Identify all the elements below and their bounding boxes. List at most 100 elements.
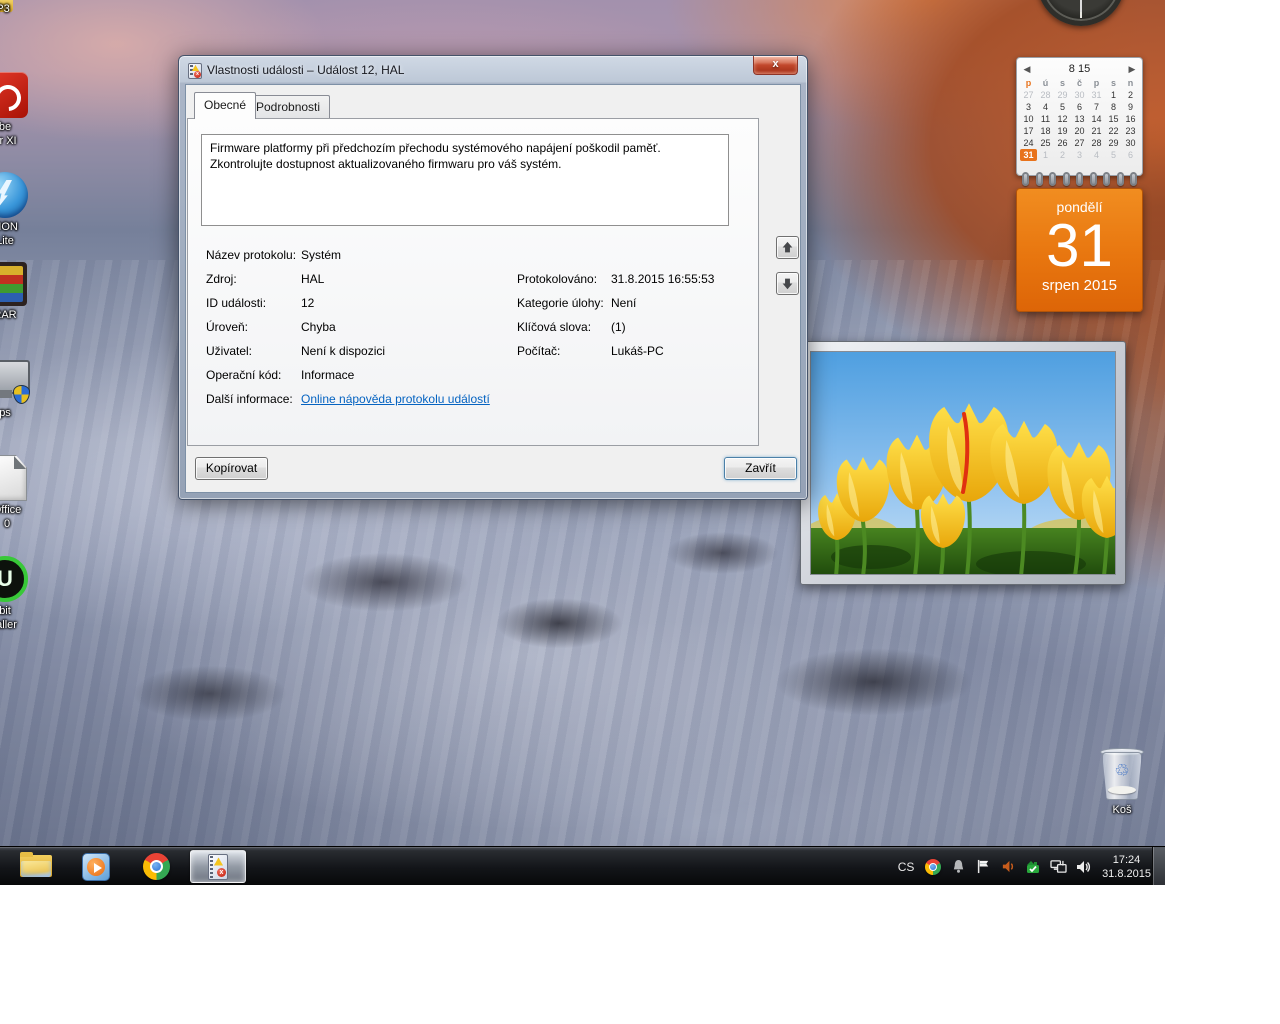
winrar-icon (0, 262, 27, 306)
desktop-icon-apps[interactable]: ps (0, 360, 40, 420)
desktop-icon-daemon-tools[interactable]: MONLite (0, 172, 40, 248)
calendar-day[interactable]: 12 (1054, 113, 1071, 125)
calendar-day[interactable]: 1 (1105, 89, 1122, 101)
calendar-day[interactable]: 3 (1071, 149, 1088, 161)
calendar-day[interactable]: 28 (1088, 137, 1105, 149)
daemon-tools-icon (0, 172, 28, 218)
calendar-day[interactable]: 3 (1020, 101, 1037, 113)
calendar-day[interactable]: 6 (1122, 149, 1139, 161)
calendar-day[interactable]: 15 (1105, 113, 1122, 125)
adobe-reader-icon (0, 72, 28, 118)
next-event-button[interactable] (776, 272, 799, 295)
tray-volume-icon[interactable] (1074, 858, 1092, 876)
calendar-day[interactable]: 29 (1054, 89, 1071, 101)
taskbar-clock[interactable]: 17:24 31.8.2015 (1102, 853, 1151, 881)
taskbar-media-player-button[interactable] (68, 850, 124, 883)
calendar-day[interactable]: 20 (1071, 125, 1088, 137)
calendar-day[interactable]: 29 (1105, 137, 1122, 149)
general-tab-panel: Firmware platformy při předchozím přecho… (187, 118, 759, 446)
uac-shield-icon (13, 385, 30, 404)
calendar-day[interactable]: 24 (1020, 137, 1037, 149)
calendar-next-arrow[interactable]: ▶ (1125, 64, 1139, 75)
tray-bell-icon[interactable] (949, 858, 967, 876)
calendar-day[interactable]: 2 (1122, 89, 1139, 101)
tulips-photo (810, 351, 1116, 575)
show-desktop-button[interactable] (1152, 847, 1165, 885)
previous-event-button[interactable] (776, 236, 799, 259)
event-log-online-help-link[interactable]: Online nápověda protokolu událostí (301, 392, 490, 406)
tray-update-check-icon[interactable] (1024, 858, 1042, 876)
calendar-day[interactable]: 27 (1020, 89, 1037, 101)
calendar-day[interactable]: 30 (1122, 137, 1139, 149)
event-description[interactable]: Firmware platformy při předchozím přecho… (201, 134, 729, 226)
calendar-day[interactable]: 19 (1054, 125, 1071, 137)
calendar-day[interactable]: 27 (1071, 137, 1088, 149)
day-card-day-number: 31 (1017, 215, 1142, 277)
calendar-prev-arrow[interactable]: ◀ (1020, 64, 1034, 75)
calendar-day[interactable]: 11 (1037, 113, 1054, 125)
chrome-icon (143, 853, 170, 880)
calendar-day[interactable]: 10 (1020, 113, 1037, 125)
calendar-day[interactable]: 28 (1037, 89, 1054, 101)
calendar-day[interactable]: 14 (1088, 113, 1105, 125)
taskbar-chrome-button[interactable] (128, 850, 184, 883)
tab-obecne[interactable]: Obecné (194, 92, 256, 119)
recycle-bin[interactable]: ♲ Koš (1088, 746, 1156, 816)
calendar-day[interactable]: 1 (1037, 149, 1054, 161)
desktop-icon-office[interactable]: Office0 (0, 455, 42, 531)
calendar-dow: ú (1037, 77, 1054, 89)
calendar-day[interactable]: 22 (1105, 125, 1122, 137)
calendar-day[interactable]: 30 (1071, 89, 1088, 101)
taskbar-explorer-button[interactable] (8, 850, 64, 883)
tray-chrome-icon[interactable] (924, 858, 942, 876)
event-viewer-icon: x (208, 854, 228, 880)
photo-slideshow-gadget[interactable] (800, 341, 1126, 585)
iobit-icon (0, 556, 28, 602)
desktop-icon-mp3[interactable]: P3 (0, 2, 38, 16)
calendar-day[interactable]: 16 (1122, 113, 1139, 125)
desktop-icon-adobe-reader[interactable]: beer XI (0, 72, 40, 148)
close-dialog-button[interactable]: Zavřít (724, 457, 797, 480)
calendar-day-today[interactable]: 31 (1020, 149, 1037, 161)
calendar-day[interactable]: 13 (1071, 113, 1088, 125)
calendar-day[interactable]: 5 (1105, 149, 1122, 161)
desktop: P3 beer XI MONLite RAR ps Office0 bittal… (0, 0, 1165, 885)
calendar-day[interactable]: 5 (1054, 101, 1071, 113)
calendar-dow: p (1020, 77, 1037, 89)
tray-network-icon[interactable] (1049, 858, 1067, 876)
copy-button[interactable]: Kopírovat (195, 457, 268, 480)
calendar-day[interactable]: 7 (1088, 101, 1105, 113)
calendar-day-card[interactable]: pondělí 31 srpen 2015 (1016, 188, 1143, 312)
desktop-icon-iobit-uninstaller[interactable]: bittaller (0, 556, 40, 632)
calendar-day[interactable]: 21 (1088, 125, 1105, 137)
calendar-day[interactable]: 31 (1088, 89, 1105, 101)
calendar-day[interactable]: 4 (1037, 101, 1054, 113)
close-button[interactable]: x (753, 56, 798, 75)
arrow-down-icon (781, 277, 794, 290)
media-player-icon (82, 853, 110, 881)
tray-audio-manager-icon[interactable] (999, 858, 1017, 876)
calendar-dow: s (1054, 77, 1071, 89)
calendar-day[interactable]: 2 (1054, 149, 1071, 161)
desktop-icon-winrar[interactable]: RAR (0, 262, 40, 322)
calendar-day[interactable]: 23 (1122, 125, 1139, 137)
clock-hand (1080, 0, 1082, 12)
calendar-gadget[interactable]: ◀ 8 15 ▶ púsčpsn 27282930311234567891011… (1016, 57, 1143, 176)
clock-gadget[interactable] (1037, 0, 1125, 26)
tray-action-center-flag-icon[interactable] (974, 858, 992, 876)
calendar-day[interactable]: 6 (1071, 101, 1088, 113)
clock-date: 31.8.2015 (1102, 867, 1151, 881)
language-indicator[interactable]: CS (895, 860, 917, 874)
calendar-day[interactable]: 4 (1088, 149, 1105, 161)
calendar-day[interactable]: 8 (1105, 101, 1122, 113)
taskbar-event-viewer-button[interactable]: x (190, 850, 246, 883)
calendar-day[interactable]: 25 (1037, 137, 1054, 149)
calendar-day[interactable]: 17 (1020, 125, 1037, 137)
day-card-month-year: srpen 2015 (1017, 277, 1142, 294)
recycle-bin-icon: ♲ (1100, 746, 1144, 802)
calendar-day[interactable]: 18 (1037, 125, 1054, 137)
calendar-day[interactable]: 26 (1054, 137, 1071, 149)
tab-podrobnosti[interactable]: Podrobnosti (246, 95, 330, 118)
calendar-day[interactable]: 9 (1122, 101, 1139, 113)
recycle-bin-label: Koš (1088, 804, 1156, 816)
